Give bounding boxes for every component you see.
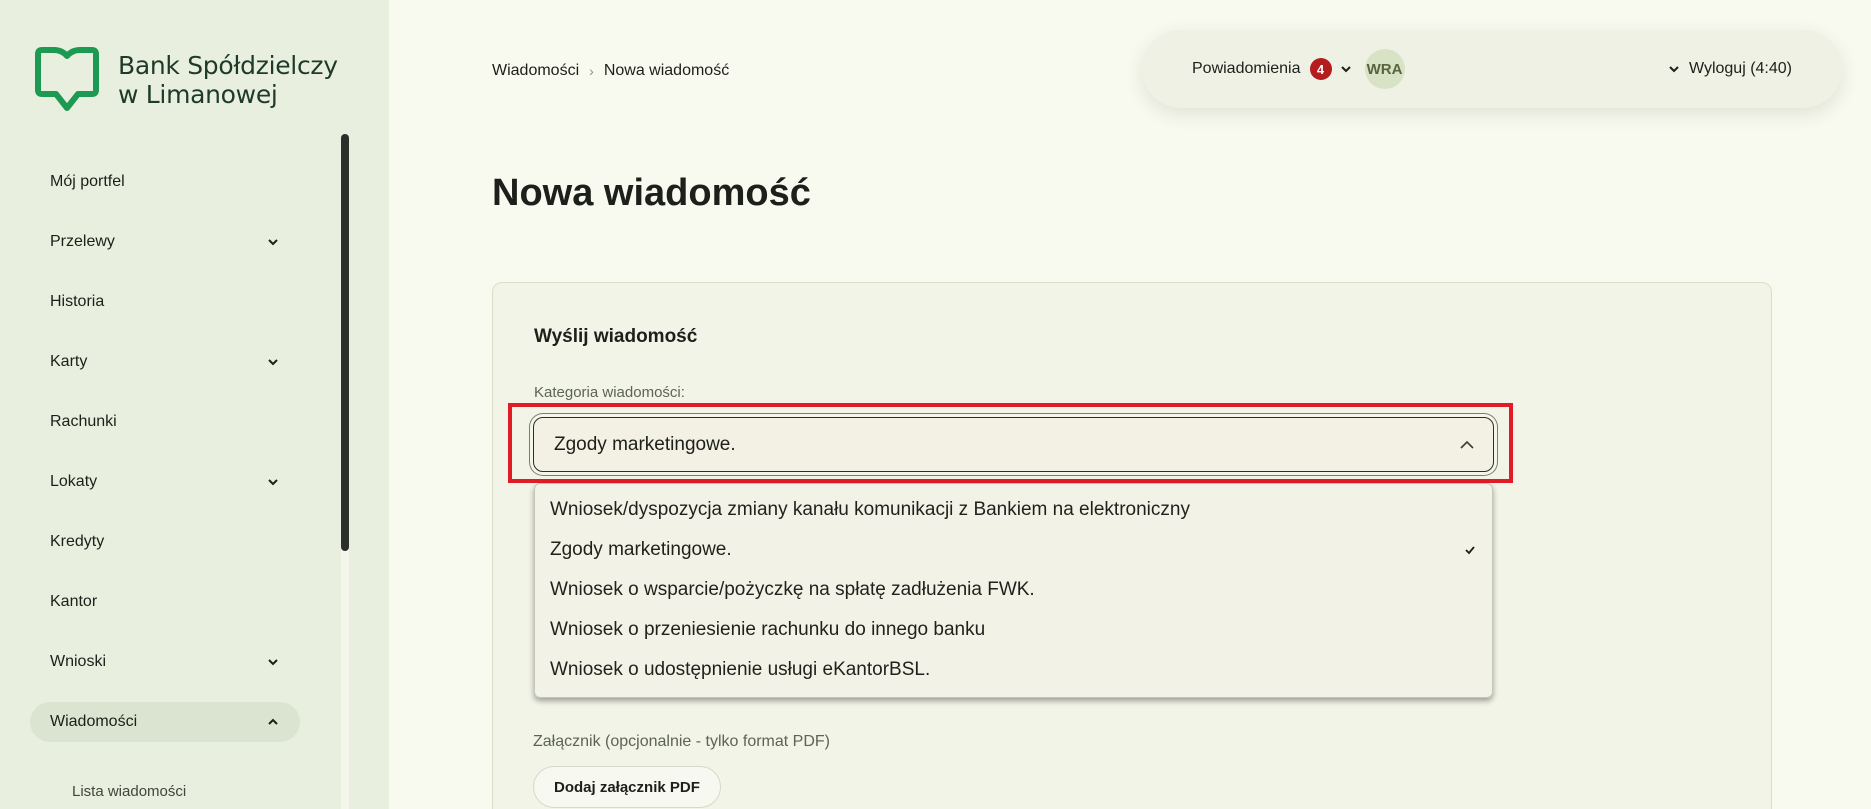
chevron-down-icon [268, 659, 278, 666]
sidebar: Bank Spółdzielczy w Limanowej Mój portfe… [0, 0, 389, 809]
notifications-button[interactable]: Powiadomienia 4 [1192, 58, 1353, 80]
bank-logo[interactable]: Bank Spółdzielczy w Limanowej [28, 46, 338, 116]
attachment-label: Załącznik (opcjonalnie - tylko format PD… [533, 733, 830, 750]
sidebar-item-kredyty[interactable]: Kredyty [30, 522, 300, 562]
sidebar-item-label: Przelewy [50, 233, 115, 250]
chevron-up-icon [268, 718, 278, 725]
chevron-down-icon [268, 479, 278, 486]
logo-line-1: Bank Spółdzielczy [118, 51, 338, 80]
chevron-down-icon [268, 359, 278, 366]
sidebar-item-label: Mój portfel [50, 173, 125, 190]
breadcrumb: Wiadomości › Nowa wiadomość [492, 62, 729, 80]
option-label: Wniosek/dyspozycja zmiany kanału komunik… [550, 499, 1190, 520]
breadcrumb-current: Nowa wiadomość [603, 62, 730, 79]
sidebar-item-wiadomosci[interactable]: Wiadomości [30, 702, 300, 742]
category-field-label: Kategoria wiadomości: [534, 384, 685, 401]
option-label: Zgody marketingowe. [550, 539, 732, 560]
sidebar-item-label: Wiadomości [50, 713, 138, 730]
checkmark-icon [1465, 546, 1475, 555]
add-pdf-attachment-button[interactable]: Dodaj załącznik PDF [533, 766, 721, 808]
notifications-count-badge: 4 [1309, 58, 1332, 80]
logo-line-2: w Limanowej [118, 80, 278, 109]
logout-label: Wyloguj (4:40) [1688, 60, 1792, 77]
chevron-down-icon [1340, 66, 1351, 73]
logout-button[interactable]: Wyloguj (4:40) [1667, 30, 1792, 108]
option-label: Wniosek o przeniesienie rachunku do inne… [550, 619, 986, 640]
sidebar-item-rachunki[interactable]: Rachunki [30, 402, 300, 442]
sidebar-item-label: Kredyty [50, 533, 105, 550]
breadcrumb-separator: › [589, 63, 594, 79]
avatar[interactable]: WRA [1364, 49, 1405, 89]
bank-logo-icon [35, 47, 99, 111]
chevron-down-icon [1669, 66, 1679, 73]
sidebar-item-label: Historia [50, 293, 105, 310]
page-title: Nowa wiadomość [492, 172, 811, 214]
sidebar-subitem-lista-wiadomosci[interactable]: Lista wiadomości [72, 783, 186, 800]
chevron-down-icon [268, 239, 278, 246]
option-label: Wniosek o udostępnienie usługi eKantorBS… [550, 659, 931, 680]
category-select-value: Zgody marketingowe. [554, 433, 736, 455]
top-bar: Powiadomienia 4 WRA Wyloguj (4:40) [1142, 30, 1842, 108]
category-option[interactable]: Wniosek/dyspozycja zmiany kanału komunik… [535, 490, 1492, 530]
notifications-label: Powiadomienia [1192, 60, 1301, 77]
sidebar-item-karty[interactable]: Karty [30, 342, 300, 382]
sidebar-scrollbar-thumb[interactable] [341, 134, 349, 551]
sidebar-item-kantor[interactable]: Kantor [30, 582, 300, 622]
sidebar-item-label: Karty [50, 353, 88, 370]
category-dropdown-list: Wniosek/dyspozycja zmiany kanału komunik… [534, 483, 1493, 698]
sidebar-item-przelewy[interactable]: Przelewy [30, 222, 300, 262]
option-label: Wniosek o wsparcie/pożyczkę na spłatę za… [550, 579, 1035, 600]
category-option[interactable]: Wniosek o wsparcie/pożyczkę na spłatę za… [535, 570, 1492, 610]
chevron-up-icon [1460, 440, 1474, 449]
sidebar-item-label: Lokaty [50, 473, 98, 490]
sidebar-item-label: Kantor [50, 593, 98, 610]
sidebar-item-historia[interactable]: Historia [30, 282, 300, 322]
category-select[interactable]: Zgody marketingowe. [533, 417, 1494, 472]
card-title: Wyślij wiadomość [534, 326, 698, 347]
breadcrumb-parent-link[interactable]: Wiadomości [492, 62, 579, 80]
sidebar-item-wnioski[interactable]: Wnioski [30, 642, 300, 682]
sidebar-nav: Mój portfel Przelewy Historia Karty Rach… [30, 162, 300, 762]
category-option[interactable]: Wniosek o udostępnienie usługi eKantorBS… [535, 650, 1492, 690]
sidebar-item-lokaty[interactable]: Lokaty [30, 462, 300, 502]
category-option[interactable]: Wniosek o przeniesienie rachunku do inne… [535, 610, 1492, 650]
sidebar-item-portfel[interactable]: Mój portfel [30, 162, 300, 202]
sidebar-item-label: Rachunki [50, 413, 117, 430]
sidebar-item-label: Wnioski [50, 653, 107, 670]
category-option-selected[interactable]: Zgody marketingowe. [535, 530, 1492, 570]
